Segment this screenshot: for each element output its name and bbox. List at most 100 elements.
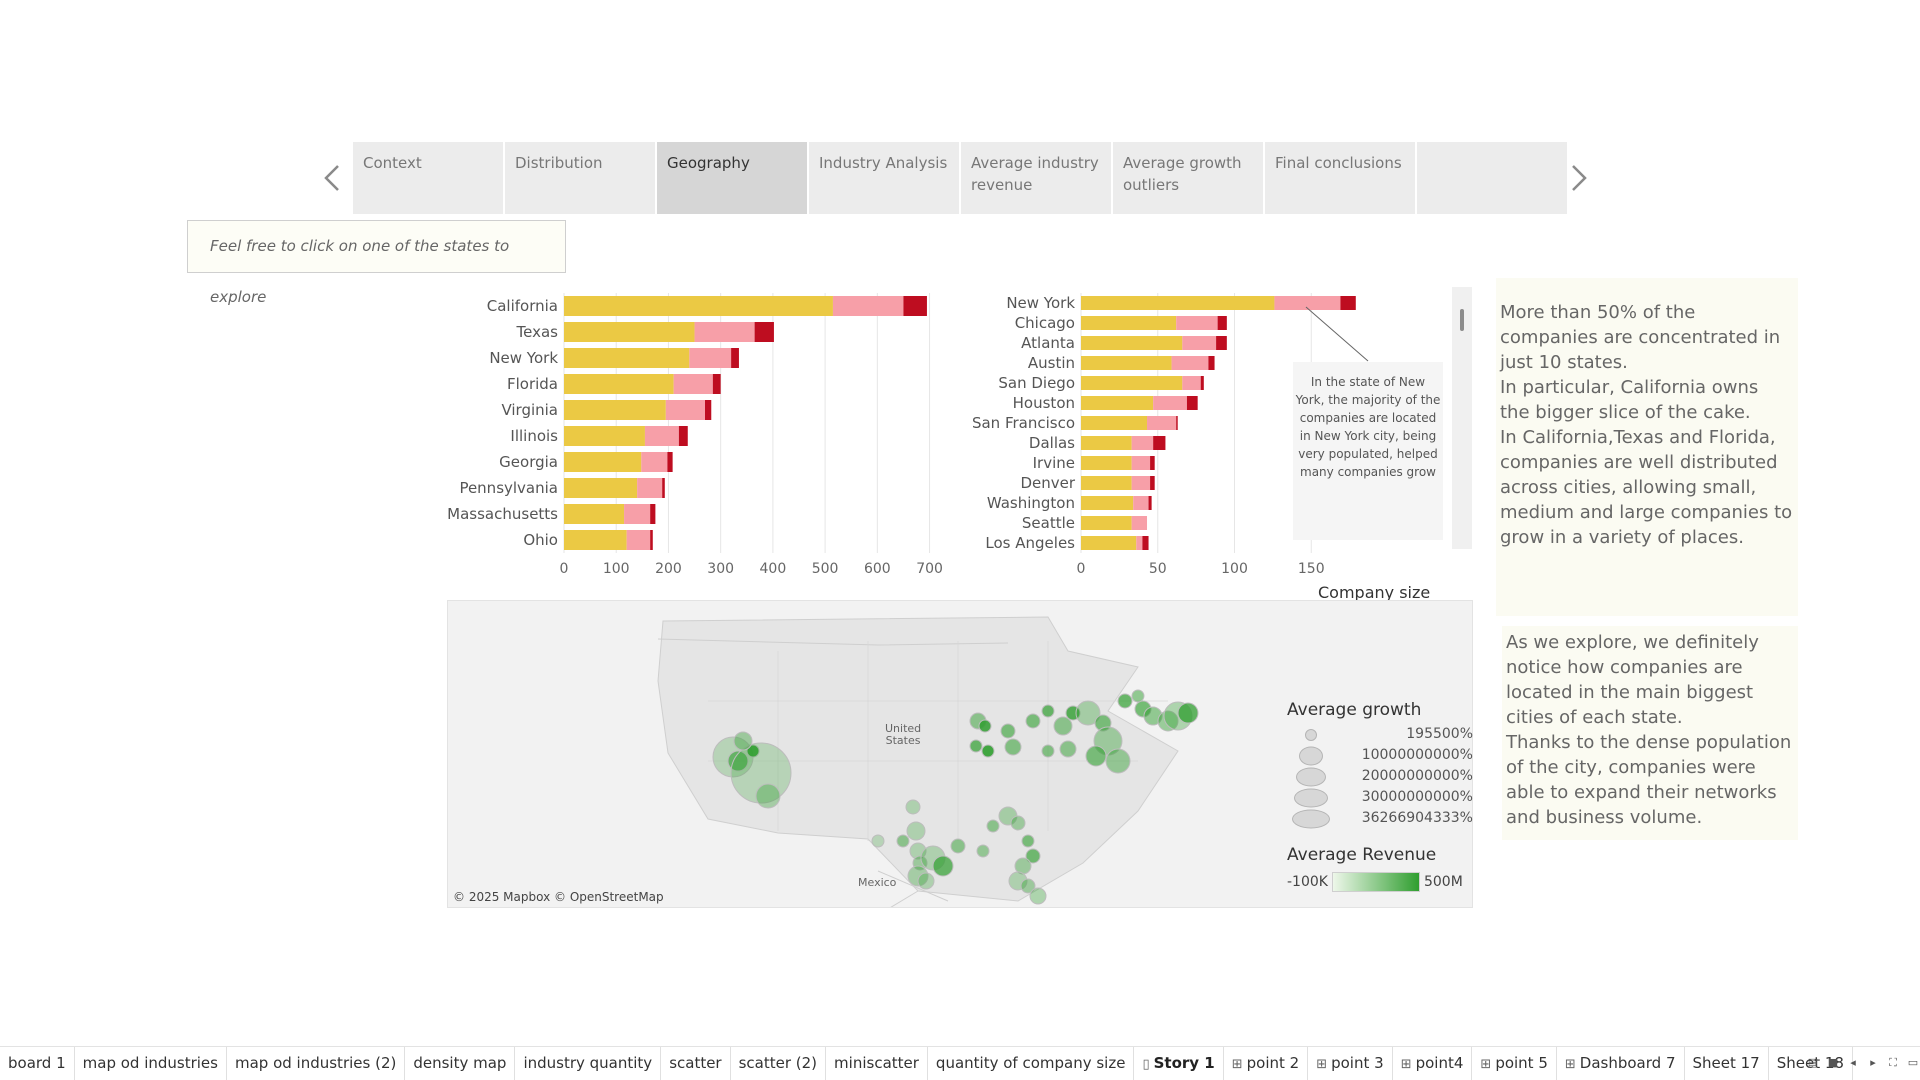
bar-segment-medium-business[interactable] [1131,476,1151,490]
bar-segment-medium-business[interactable] [1133,496,1149,510]
bar-segment-large-business[interactable] [1142,536,1149,550]
story-point-7[interactable]: Final conclusions [1265,142,1415,214]
bar-segment-large-business[interactable] [1148,496,1152,510]
bar-segment-large-business[interactable] [1216,336,1227,350]
company-point[interactable] [1025,713,1041,729]
company-point[interactable] [1041,704,1055,718]
bar-segment-medium-business[interactable] [1136,536,1143,550]
category-label[interactable]: Pennsylvania [459,479,558,497]
bar-segment-small-business[interactable] [1081,356,1172,370]
category-label[interactable]: Florida [507,375,558,393]
company-point[interactable] [905,799,921,815]
prev-sheet-icon[interactable]: ◂ [1846,1056,1860,1070]
company-point[interactable] [1085,745,1107,767]
bar-segment-medium-business[interactable] [1182,376,1201,390]
company-point[interactable] [1053,716,1073,736]
sheet-tab-quantity-of-company-size[interactable]: quantity of company size [928,1047,1135,1080]
story-point-4[interactable]: Industry Analysis [809,142,959,214]
bar-segment-large-business[interactable] [1153,436,1166,450]
bar-segment-large-business[interactable] [1186,396,1198,410]
bar-segment-small-business[interactable] [564,400,666,420]
company-point[interactable] [1041,744,1055,758]
bar-segment-small-business[interactable] [564,426,645,446]
category-label[interactable]: San Diego [998,374,1075,392]
sheet-tab-point4[interactable]: ⊞ point4 [1393,1047,1473,1080]
sheet-tab-density-map[interactable]: density map [405,1047,516,1080]
bar-segment-small-business[interactable] [1081,436,1132,450]
cities-bar-chart[interactable]: 0 50 100 150 New York Chicago Atlanta Austin San… [960,285,1480,577]
bar-segment-large-business[interactable] [650,504,656,524]
company-point[interactable] [981,744,995,758]
company-point[interactable] [969,739,983,753]
bar-segment-medium-business[interactable] [624,504,651,524]
bar-segment-medium-business[interactable] [1147,416,1177,430]
company-point[interactable] [1021,834,1035,848]
bar-segment-large-business[interactable] [667,452,673,472]
category-label[interactable]: Massachusetts [447,505,558,523]
bar-segment-large-business[interactable] [650,530,653,550]
company-point[interactable] [1105,748,1131,774]
category-label[interactable]: Ohio [523,531,558,549]
sheet-tab-point-2[interactable]: ⊞ point 2 [1224,1047,1309,1080]
category-label[interactable]: Texas [516,323,559,341]
sheet-tab-board-1[interactable]: board 1 [0,1047,75,1080]
company-point[interactable] [950,838,966,854]
category-label[interactable]: California [487,297,558,315]
story-point-6[interactable]: Average growth outliers [1113,142,1263,214]
bar-segment-large-business[interactable] [731,348,739,368]
bar-segment-medium-business[interactable] [1182,336,1217,350]
category-label[interactable]: Illinois [510,427,558,445]
bar-segment-medium-business[interactable] [689,348,732,368]
bar-segment-small-business[interactable] [1081,536,1137,550]
category-label[interactable]: Virginia [501,401,558,419]
sheet-tab-sheet-17[interactable]: Sheet 17 [1685,1047,1769,1080]
bar-segment-large-business[interactable] [903,296,927,316]
bar-segment-small-business[interactable] [1081,476,1132,490]
sheet-tab-industry-quantity[interactable]: industry quantity [515,1047,662,1080]
sheet-tab-scatter[interactable]: scatter [661,1047,731,1080]
bar-segment-medium-business[interactable] [832,296,904,316]
company-point[interactable] [917,872,935,890]
bar-segment-small-business[interactable] [564,530,627,550]
bar-segment-large-business[interactable] [1176,416,1178,430]
fullscreen-icon[interactable]: ⛶ [1886,1056,1900,1070]
bar-segment-small-business[interactable] [1081,516,1132,530]
bar-segment-small-business[interactable] [1081,296,1275,310]
bar-segment-large-business[interactable] [678,426,688,446]
bar-segment-medium-business[interactable] [641,452,668,472]
company-point[interactable] [733,731,753,751]
sheet-tab-point-3[interactable]: ⊞ point 3 [1308,1047,1393,1080]
next-sheet-icon[interactable]: ▸ [1866,1056,1880,1070]
filmstrip-icon[interactable]: ■ [1826,1056,1840,1070]
bar-segment-large-business[interactable] [712,374,721,394]
category-label[interactable]: New York [1006,294,1075,312]
story-point-5[interactable]: Average industry revenue [961,142,1111,214]
company-point[interactable] [1131,689,1145,703]
category-label[interactable]: Houston [1013,394,1075,412]
bar-segment-medium-business[interactable] [644,426,679,446]
bar-segment-small-business[interactable] [564,296,833,316]
company-point[interactable] [978,719,992,733]
grid-view-icon[interactable]: ▤ [1806,1056,1820,1070]
sheet-tab-map-od-industries[interactable]: map od industries [75,1047,227,1080]
company-point[interactable] [1010,815,1026,831]
company-point[interactable] [976,844,990,858]
bar-segment-medium-business[interactable] [637,478,663,498]
states-bar-chart[interactable]: 0 100 200 300 400 500 600 700 California Texas New… [440,285,960,577]
sheet-tab-scatter-2-[interactable]: scatter (2) [731,1047,827,1080]
story-point-1[interactable]: Context [353,142,503,214]
bar-segment-medium-business[interactable] [626,530,651,550]
bar-segment-small-business[interactable] [1081,336,1183,350]
bar-segment-small-business[interactable] [564,374,674,394]
bar-segment-large-business[interactable] [1150,456,1155,470]
company-point[interactable] [896,834,910,848]
story-point-2[interactable]: Distribution [505,142,655,214]
category-label[interactable]: San Francisco [972,414,1075,432]
sheet-tab-story-1[interactable]: ▯ Story 1 [1134,1047,1224,1080]
category-label[interactable]: Dallas [1029,434,1075,452]
bar-segment-large-business[interactable] [754,322,774,342]
company-point[interactable] [755,783,781,809]
sheet-tab-dashboard-7[interactable]: ⊞ Dashboard 7 [1557,1047,1685,1080]
bar-segment-small-business[interactable] [1081,376,1183,390]
bar-segment-large-business[interactable] [1340,296,1356,310]
